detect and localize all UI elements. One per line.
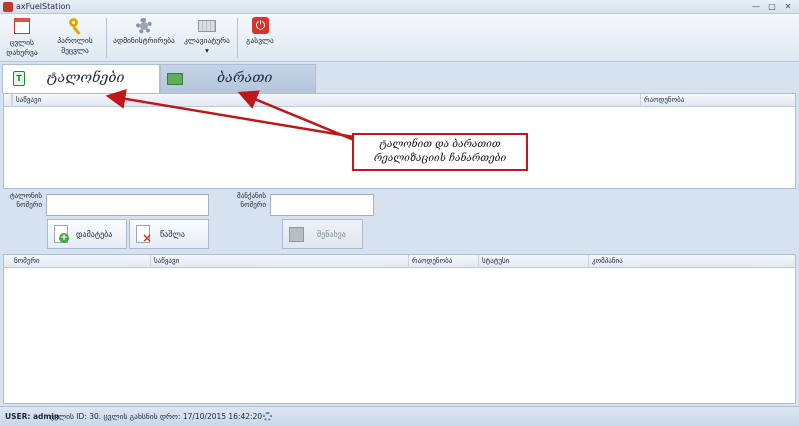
add-button-label: დამატება	[76, 230, 113, 239]
toolbar-separator	[237, 18, 238, 58]
annotation-text: ტალონით და ბარათით რეალიზაციის ჩანართები	[373, 139, 507, 164]
delete-button[interactable]: წაშლა	[129, 219, 209, 249]
close-button[interactable]: ✕	[781, 1, 795, 12]
administration-label: ადმინისტრირება	[113, 36, 175, 45]
add-button[interactable]: დამატება	[47, 219, 127, 249]
talon-number-label: ტალონის ნომერი	[9, 192, 42, 209]
calendar-icon	[12, 18, 32, 38]
tab-talons[interactable]: T ტალონები	[2, 64, 160, 93]
toolbar: ცვლის დახურვა პაროლის შეცვლა ადმინისტრირ…	[0, 14, 799, 62]
column-status[interactable]: სტატუსი	[478, 255, 588, 268]
toolbar-separator	[106, 18, 107, 58]
tab-card[interactable]: ბარათი	[160, 64, 316, 93]
key-icon	[65, 16, 85, 36]
annotation-callout: ტალონით და ბარათით რეალიზაციის ჩანართები	[352, 133, 528, 171]
close-shift-button[interactable]: ცვლის დახურვა	[2, 16, 42, 60]
maximize-button[interactable]: □	[765, 1, 779, 12]
exit-label: გასვლა	[246, 36, 274, 45]
administration-button[interactable]: ადმინისტრირება	[110, 16, 178, 60]
fuel-grid-header: საწვავი რაოდენობა	[4, 94, 795, 107]
talon-form: ტალონის ნომერი მანქანის ნომერი დამატება …	[0, 190, 799, 254]
settings-icon	[263, 412, 272, 421]
column-quantity[interactable]: რაოდენობა	[640, 94, 797, 107]
car-number-input[interactable]	[270, 194, 374, 216]
delete-button-label: წაშლა	[160, 230, 185, 239]
close-shift-label: ცვლის დახურვა	[6, 38, 38, 57]
talon-grid-header: ნომერი საწვავი რაოდენობა სტატუსი კომპანი…	[4, 255, 795, 268]
exit-button[interactable]: ⏻ გასვლა	[240, 16, 280, 60]
column-fuel[interactable]: საწვავი	[150, 255, 408, 268]
save-button-label: შენახვა	[317, 230, 346, 239]
window-title: axFuelStation	[16, 2, 71, 11]
minimize-button[interactable]: —	[749, 1, 763, 12]
column-company[interactable]: კომპანია	[588, 255, 797, 268]
car-number-label: მანქანის ნომერი	[237, 192, 266, 209]
tab-strip: T ტალონები ბარათი	[0, 62, 799, 93]
app-icon	[3, 2, 13, 12]
title-bar: axFuelStation — □ ✕	[0, 0, 799, 14]
keyboard-icon	[197, 16, 217, 36]
floppy-disk-icon	[289, 227, 304, 242]
talon-grid[interactable]: ნომერი საწვავი რაოდენობა სტატუსი კომპანი…	[3, 254, 796, 404]
column-fuel[interactable]: საწვავი	[12, 94, 640, 107]
column-quantity[interactable]: რაოდენობა	[408, 255, 478, 268]
change-password-label: პაროლის შეცვლა	[57, 36, 93, 55]
status-bar: USER: admin ცვლის ID: 30. ცვლის გახსნის …	[0, 406, 799, 426]
row-selector-header	[4, 94, 12, 107]
card-icon	[167, 73, 183, 85]
gear-icon	[134, 16, 154, 36]
keyboard-button[interactable]: კლავიატურა ▾	[180, 16, 234, 60]
column-number[interactable]: ნომერი	[4, 255, 150, 268]
delete-icon	[136, 225, 152, 243]
tab-talons-label: ტალონები	[47, 70, 125, 86]
add-icon	[54, 225, 69, 243]
save-button[interactable]: შენახვა	[282, 219, 363, 249]
window-controls: — □ ✕	[749, 1, 795, 12]
change-password-button[interactable]: პაროლის შეცვლა	[48, 16, 102, 60]
talon-number-input[interactable]	[46, 194, 209, 216]
power-icon: ⏻	[250, 16, 270, 36]
tab-card-label: ბარათი	[217, 70, 273, 86]
keyboard-label: კლავიატურა ▾	[184, 36, 230, 55]
status-shift-info: ცვლის ID: 30. ცვლის გახსნის დრო: 17/10/2…	[50, 412, 263, 421]
talon-icon: T	[13, 71, 25, 86]
